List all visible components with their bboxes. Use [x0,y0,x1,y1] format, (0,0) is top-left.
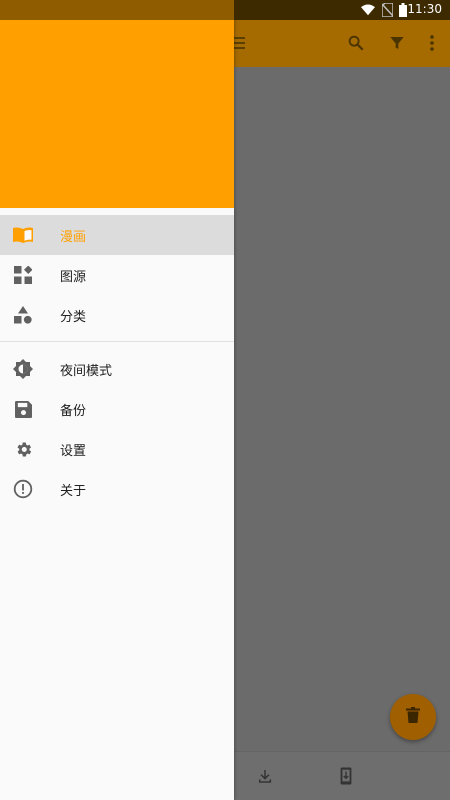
drawer-item-manga[interactable]: 漫画 [0,215,234,255]
drawer-item-label: 漫画 [60,230,87,245]
drawer-item-backup[interactable]: 备份 [0,389,234,429]
drawer-item-night-mode[interactable]: 夜间模式 [0,349,234,389]
drawer-header [0,20,234,208]
filter-icon[interactable] [386,32,408,54]
drawer-item-sources[interactable]: 图源 [0,255,234,295]
dashboard-icon [13,265,33,285]
wifi-icon [361,3,375,17]
navigation-drawer: 漫画 图源 分类 夜间模式 备份 设置 关于 [0,0,234,800]
brightness-icon [13,359,33,379]
status-time: 11:30 [407,2,442,16]
download-icon[interactable] [254,765,276,787]
save-icon [13,399,33,419]
info-icon [13,479,33,499]
phone-download-icon[interactable] [335,765,357,787]
drawer-item-label: 夜间模式 [60,364,113,379]
drawer-item-about[interactable]: 关于 [0,469,234,509]
drawer-item-label: 关于 [60,484,87,499]
drawer-menu: 漫画 图源 分类 夜间模式 备份 设置 关于 [0,215,234,509]
drawer-item-settings[interactable]: 设置 [0,429,234,469]
drawer-item-categories[interactable]: 分类 [0,295,234,335]
status-bar: 11:30 [0,0,450,20]
drawer-item-label: 图源 [60,270,87,285]
drawer-item-label: 备份 [60,404,87,419]
status-bar-drawer-scrim [0,0,234,20]
category-icon [13,305,33,325]
drawer-item-label: 分类 [60,310,87,325]
drawer-divider [0,341,234,342]
delete-fab[interactable] [390,694,436,740]
more-vert-icon[interactable] [421,32,443,54]
drawer-item-label: 设置 [60,444,87,459]
search-icon[interactable] [345,32,367,54]
book-icon [13,225,33,245]
delete-icon [406,707,420,727]
settings-icon [13,439,33,459]
no-sim-icon [380,3,394,17]
